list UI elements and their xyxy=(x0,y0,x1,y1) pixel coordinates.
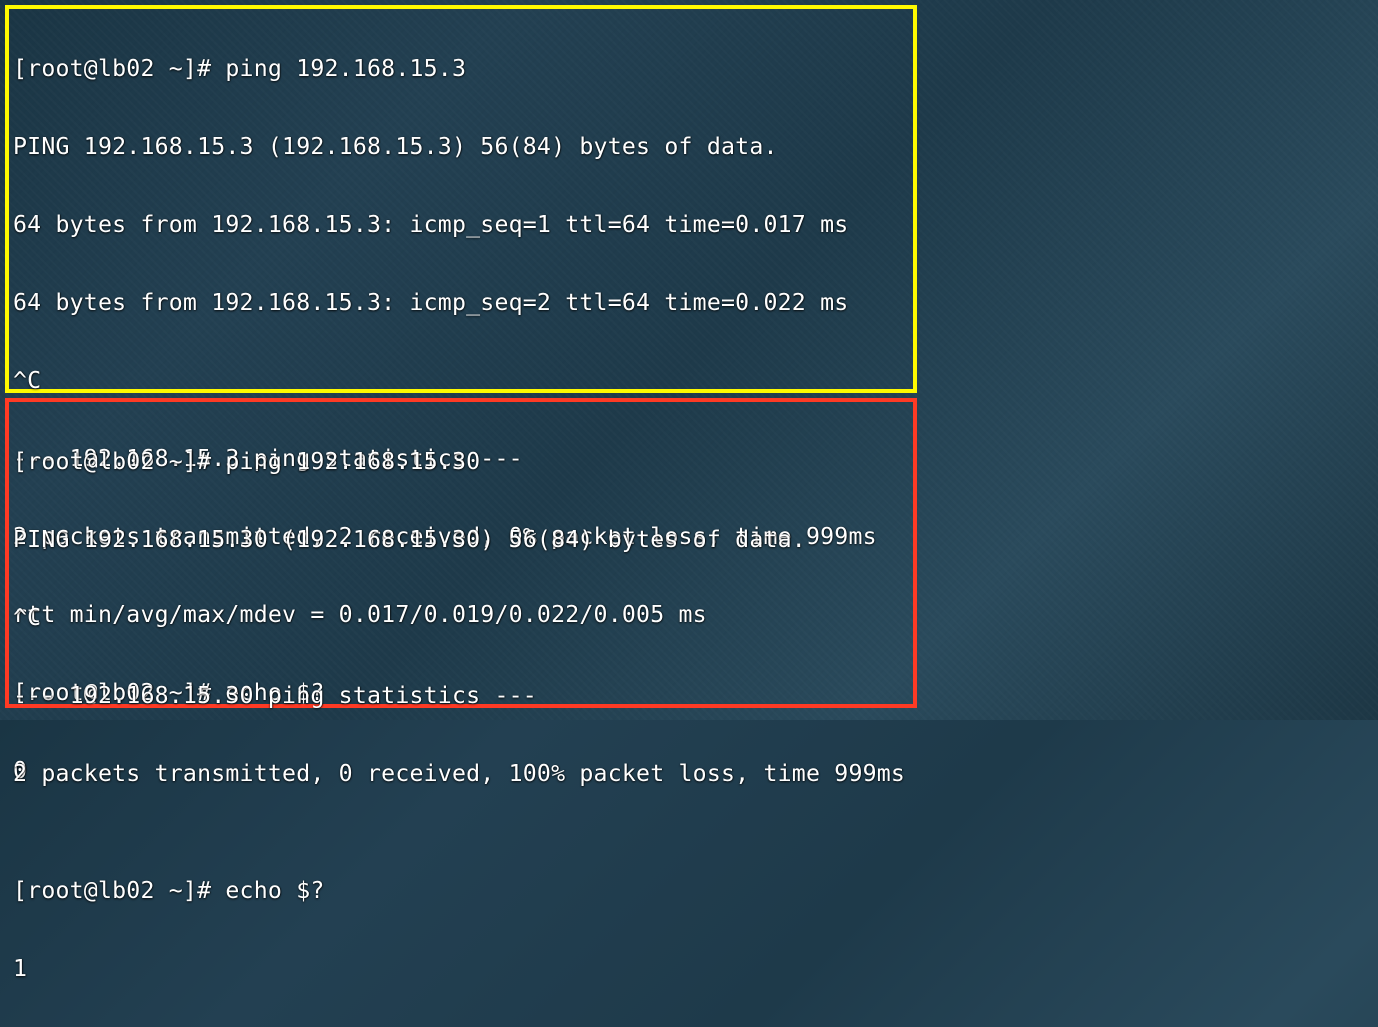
terminal-line: 64 bytes from 192.168.15.3: icmp_seq=2 t… xyxy=(13,283,909,322)
terminal-line: 64 bytes from 192.168.15.3: icmp_seq=1 t… xyxy=(13,205,909,244)
terminal-line: PING 192.168.15.30 (192.168.15.30) 56(84… xyxy=(13,520,909,559)
terminal-line: [root@lb02 ~]# echo $? xyxy=(13,871,909,910)
ping-success-block: [root@lb02 ~]# ping 192.168.15.3 PING 19… xyxy=(5,5,917,393)
terminal-line: 1 xyxy=(13,949,909,988)
terminal-line: ^C xyxy=(13,361,909,400)
terminal-line: [root@lb02 ~]# ping 192.168.15.3 xyxy=(13,49,909,88)
terminal-line: ^C xyxy=(13,598,909,637)
terminal-line: PING 192.168.15.3 (192.168.15.3) 56(84) … xyxy=(13,127,909,166)
ping-failure-block: [root@lb02 ~]# ping 192.168.15.30 PING 1… xyxy=(5,398,917,708)
terminal-line: [root@lb02 ~]# ping 192.168.15.30 xyxy=(13,442,909,481)
terminal-line: 2 packets transmitted, 0 received, 100% … xyxy=(13,754,909,793)
terminal-line: --- 192.168.15.30 ping statistics --- xyxy=(13,676,909,715)
